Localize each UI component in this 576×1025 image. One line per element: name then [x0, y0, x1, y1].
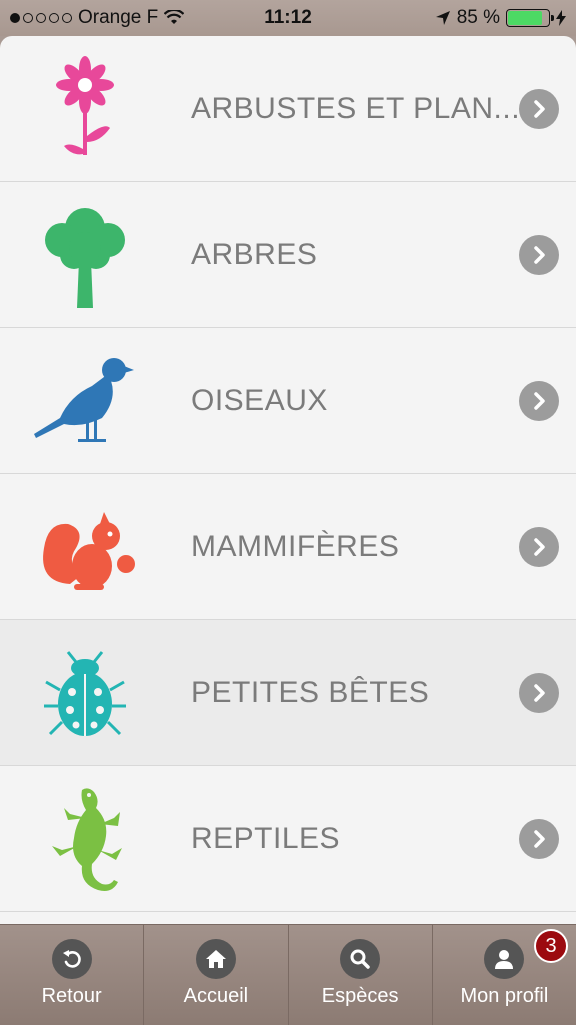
category-label: MAMMIFÈRES [191, 530, 400, 563]
bottom-tab-bar: Retour Accueil Espèces Mon profil 3 [0, 924, 576, 1025]
tab-label: Espèces [321, 985, 399, 1007]
home-icon [195, 939, 236, 979]
tab-retour[interactable]: Retour [0, 925, 145, 1025]
category-item-arbres[interactable]: ARBRES [0, 182, 576, 328]
category-item-petites-betes[interactable]: PETITES BÊTES [0, 620, 576, 766]
category-list: ARBUSTES ET PLAN... ARBRES OISEAUX MAMMI… [0, 36, 576, 924]
category-label: ARBUSTES ET PLAN... [191, 92, 521, 125]
charging-bolt-icon [556, 10, 566, 26]
category-item-reptiles[interactable]: REPTILES [0, 766, 576, 912]
location-arrow-icon [435, 11, 450, 25]
bird-icon [34, 358, 134, 442]
user-icon [484, 939, 525, 979]
chevron-right-icon [519, 235, 559, 275]
category-item-mammiferes[interactable]: MAMMIFÈRES [0, 474, 576, 620]
category-label: PETITES BÊTES [191, 676, 430, 709]
flower-icon [56, 56, 114, 155]
squirrel-icon [43, 512, 135, 590]
chevron-right-icon [519, 673, 559, 713]
tab-especes[interactable]: Espèces [289, 925, 433, 1025]
chevron-right-icon [519, 381, 559, 421]
notification-badge: 3 [534, 929, 568, 963]
battery-percentage: 85 % [456, 7, 500, 28]
back-arrow-icon [51, 939, 92, 979]
category-label: OISEAUX [191, 384, 328, 417]
battery-icon [506, 9, 554, 27]
tab-label: Retour [41, 985, 102, 1007]
chevron-right-icon [519, 527, 559, 567]
search-icon [340, 939, 381, 979]
category-label: ARBRES [191, 238, 318, 271]
category-label: REPTILES [191, 822, 341, 855]
category-item-oiseaux[interactable]: OISEAUX [0, 328, 576, 474]
tab-mon-profil[interactable]: Mon profil 3 [433, 925, 576, 1025]
lizard-icon [52, 788, 122, 891]
category-item-arbustes[interactable]: ARBUSTES ET PLAN... [0, 36, 576, 182]
tab-label: Mon profil [460, 985, 549, 1007]
tab-label: Accueil [183, 985, 249, 1007]
tree-icon [45, 208, 125, 308]
status-bar: Orange F 11:12 85 % [0, 0, 576, 36]
tab-accueil[interactable]: Accueil [144, 925, 289, 1025]
chevron-right-icon [519, 89, 559, 129]
ladybug-icon [44, 651, 126, 736]
chevron-right-icon [519, 819, 559, 859]
